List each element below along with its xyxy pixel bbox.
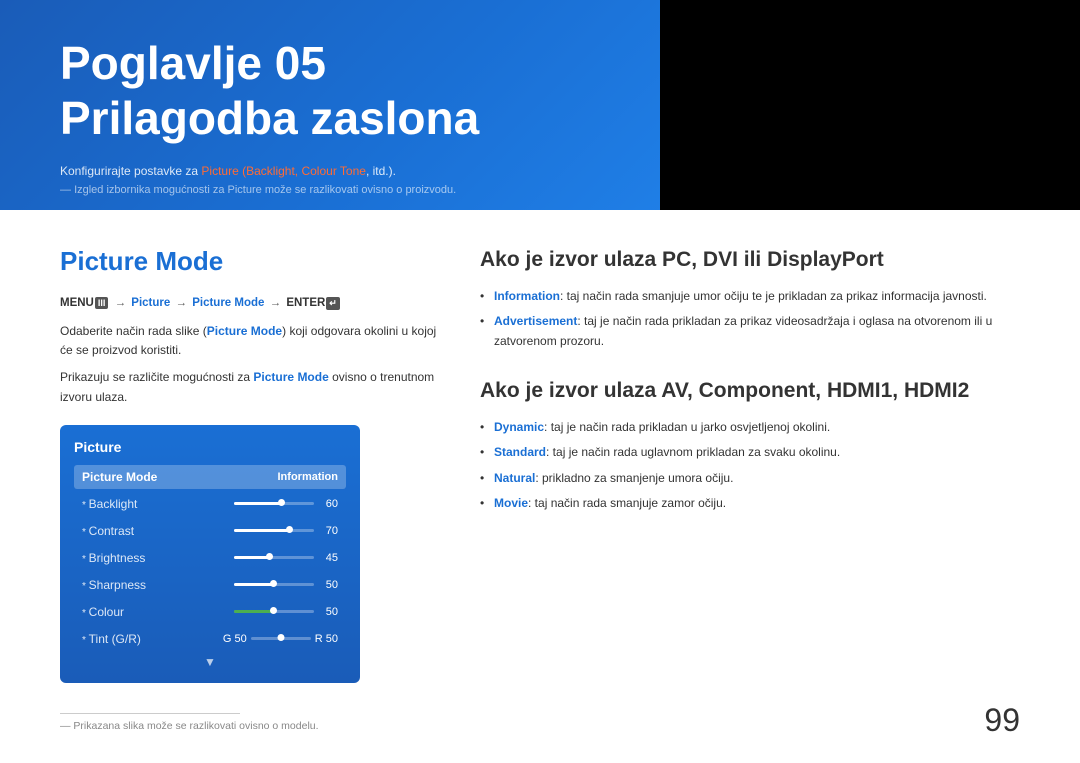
av-section: Ako je izvor ulaza AV, Component, HDMI1,… (480, 377, 1020, 513)
list-item: Natural: prikladno za smanjenje umora oč… (480, 469, 1020, 488)
sharpness-label: Sharpness (82, 578, 234, 592)
brightness-slider: 45 (234, 552, 338, 564)
chapter-label: Poglavlje 05 (60, 37, 326, 89)
header-note: Izgled izbornika mogućnosti za Picture m… (60, 184, 1020, 196)
subtitle-prefix: Konfigurirajte postavke za (60, 164, 201, 178)
right-column: Ako je izvor ulaza PC, DVI ili DisplayPo… (480, 246, 1020, 732)
picture-ui-title: Picture (74, 439, 346, 455)
brightness-row: Brightness 45 (74, 546, 346, 570)
list-item: Information: taj način rada smanjuje umo… (480, 287, 1020, 306)
enter-icon: ↵ (326, 297, 340, 310)
picture-mode-row: Picture Mode Information (74, 465, 346, 489)
tint-row: Tint (G/R) G 50 R 50 (74, 627, 346, 651)
av-bullet-list: Dynamic: taj je način rada prikladan u j… (480, 418, 1020, 513)
brightness-label: Brightness (82, 551, 234, 565)
contrast-label: Contrast (82, 524, 234, 538)
subtitle-suffix: , itd.). (366, 164, 396, 178)
av-section-title: Ako je izvor ulaza AV, Component, HDMI1,… (480, 377, 1020, 404)
subtitle-highlight: Picture (Backlight, Colour Tone (201, 164, 366, 178)
left-column: Picture Mode MENUIII → Picture → Picture… (60, 246, 440, 732)
sharpness-slider: 50 (234, 579, 338, 591)
footnote-divider (60, 713, 240, 714)
menu-icon: III (95, 297, 109, 309)
desc-text-1: Odaberite način rada slike (Picture Mode… (60, 322, 440, 360)
footnote-text: Prikazana slika može se razlikovati ovis… (60, 720, 440, 732)
picture-mode-title: Picture Mode (60, 246, 440, 277)
menu-path: MENUIII → Picture → Picture Mode → ENTER… (60, 297, 440, 310)
scroll-down-icon: ▼ (74, 655, 346, 669)
contrast-row: Contrast 70 (74, 519, 346, 543)
backlight-row: Backlight 60 (74, 492, 346, 516)
header-content: Poglavlje 05 Prilagodba zaslona Konfigur… (0, 0, 1080, 210)
list-item: Advertisement: taj je način rada priklad… (480, 312, 1020, 350)
colour-label: Colour (82, 605, 234, 619)
list-item: Movie: taj način rada smanjuje zamor oči… (480, 494, 1020, 513)
tint-g-value: G 50 (223, 633, 247, 645)
tint-label: Tint (G/R) (82, 632, 141, 646)
backlight-slider: 60 (234, 498, 338, 510)
header-section: Poglavlje 05 Prilagodba zaslona Konfigur… (0, 0, 1080, 210)
picture-mode-value: Information (278, 471, 339, 483)
list-item: Standard: taj je način rada uglavnom pri… (480, 443, 1020, 462)
chapter-title: Prilagodba zaslona (60, 92, 479, 144)
pc-bullet-list: Information: taj način rada smanjuje umo… (480, 287, 1020, 351)
colour-row: Colour 50 (74, 600, 346, 624)
colour-slider: 50 (234, 606, 338, 618)
tint-slider: G 50 R 50 (223, 633, 338, 645)
pc-section-title: Ako je izvor ulaza PC, DVI ili DisplayPo… (480, 246, 1020, 273)
pc-section: Ako je izvor ulaza PC, DVI ili DisplayPo… (480, 246, 1020, 351)
sharpness-row: Sharpness 50 (74, 573, 346, 597)
tint-r-value: R 50 (315, 633, 338, 645)
page-number: 99 (984, 702, 1020, 739)
picture-mode-label: Picture Mode (82, 470, 278, 484)
picture-ui-mockup: Picture Picture Mode Information Backlig… (60, 425, 360, 683)
backlight-label: Backlight (82, 497, 234, 511)
header-subtitle: Konfigurirajte postavke za Picture (Back… (60, 164, 1020, 178)
chapter-heading: Poglavlje 05 Prilagodba zaslona (60, 36, 1020, 146)
list-item: Dynamic: taj je način rada prikladan u j… (480, 418, 1020, 437)
desc-text-2: Prikazuju se različite mogućnosti za Pic… (60, 368, 440, 406)
main-content: Picture Mode MENUIII → Picture → Picture… (0, 210, 1080, 752)
contrast-slider: 70 (234, 525, 338, 537)
